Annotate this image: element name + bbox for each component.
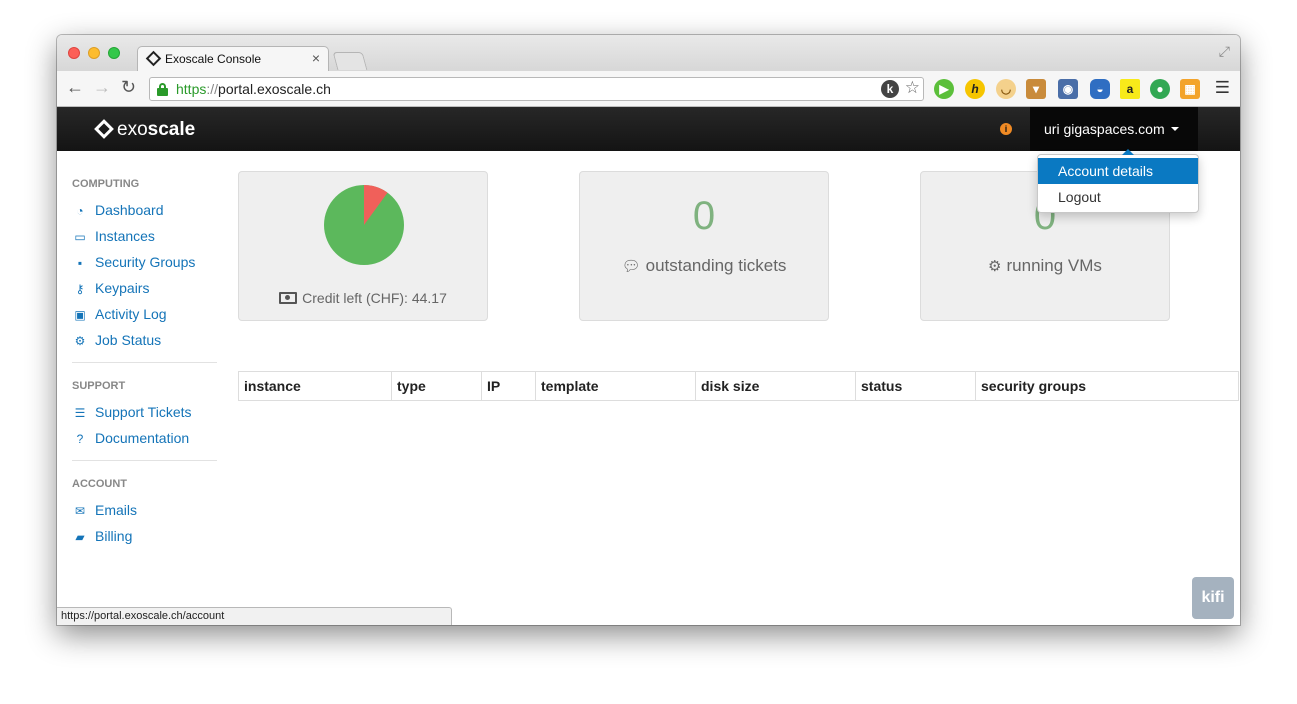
section-header-computing: COMPUTING [72,178,140,190]
address-bar[interactable]: https://portal.exoscale.ch k ☆ [149,77,924,101]
column-header-type[interactable]: type [392,372,482,400]
kifi-button[interactable]: kifi [1192,577,1234,619]
cogs-icon: ⚙ [988,258,1002,275]
sidebar-item-activity-log[interactable]: ▣ Activity Log [72,306,166,322]
gift-icon[interactable]: ▦ [1180,79,1200,99]
sidebar-divider [72,460,217,461]
evernote-icon[interactable]: ● [1150,79,1170,99]
face-icon[interactable]: ◡ [996,79,1016,99]
user-menu-toggle[interactable]: uri gigaspaces.com [1030,107,1198,151]
sidebar-item-support-tickets[interactable]: ☰ Support Tickets [72,404,192,420]
column-header-instance[interactable]: instance [239,372,392,400]
tickets-label: 💬︎ outstanding tickets [621,256,787,275]
column-header-disk-size[interactable]: disk size [696,372,856,400]
k-icon[interactable]: k [881,80,899,98]
user-dropdown-menu: Account details Logout [1037,149,1199,213]
sidebar-item-billing[interactable]: ▰ Billing [72,528,132,544]
back-arrow-icon[interactable]: ← [66,77,84,98]
sidebar-item-documentation[interactable]: ? Documentation [72,430,190,446]
url-text: https://portal.exoscale.ch [176,81,331,97]
lock-icon [157,83,168,96]
column-header-status[interactable]: status [856,372,976,400]
section-header-account: ACCOUNT [72,478,127,490]
basket-icon[interactable]: ▾ [1026,79,1046,99]
user-name: uri gigaspaces.com [1044,121,1165,137]
menu-icon[interactable]: ☰ [1215,78,1230,98]
new-tab-button[interactable] [332,52,368,70]
info-icon[interactable]: i [1000,123,1012,135]
lock-icon: ▪ [77,256,83,270]
tab-strip: Exoscale Console × ⤢ [57,35,1240,72]
comments-icon: 💬︎ [621,258,641,275]
brand-logo[interactable]: exoscale [94,119,195,141]
book-icon: ▰ [75,530,85,544]
tickets-count: 0 [692,194,716,238]
sidebar-item-dashboard[interactable]: ◔ Dashboard [72,202,163,218]
tickets-card[interactable]: 0 💬︎ outstanding tickets [579,171,829,321]
list-icon: ☰ [74,406,86,420]
exoscale-logo-icon [94,119,114,139]
column-header-template[interactable]: template [536,372,696,400]
credit-card: Credit left (CHF): 44.17 [238,171,488,321]
tab-close-icon[interactable]: × [312,50,320,66]
sidebar-item-keypairs[interactable]: ⚷ Keypairs [72,280,150,296]
exoscale-favicon-icon [145,50,162,67]
question-icon: ? [76,432,84,446]
play-icon[interactable]: ▶ [934,79,954,99]
sidebar-item-instances[interactable]: ▭ Instances [72,228,155,244]
ghost-icon[interactable]: ◒ [1090,79,1110,99]
envelope-icon: ✉ [74,504,86,518]
minimize-window-button[interactable] [88,47,100,59]
sidebar-item-security-groups[interactable]: ▪ Security Groups [72,254,196,270]
cogs-icon: ⚙ [74,334,86,348]
browser-window: Exoscale Console × ⤢ ← → ↻ https://porta… [57,35,1240,625]
tab-title: Exoscale Console [165,52,262,66]
menu-item-logout[interactable]: Logout [1038,184,1198,210]
menu-item-account-details[interactable]: Account details [1038,158,1198,184]
monitor-icon: ▭ [74,230,86,244]
dashboard-icon: ◔ [76,204,84,218]
browser-toolbar: ← → ↻ https://portal.exoscale.ch k ☆ ▶ h… [57,71,1240,107]
star-icon[interactable]: ☆ [905,78,920,98]
save-icon: ▣ [74,308,86,322]
column-header-security-groups[interactable]: security groups [976,372,1238,400]
forward-arrow-icon[interactable]: → [93,77,111,98]
instances-table: instance type IP template disk size stat… [238,371,1239,401]
caret-down-icon [1170,127,1179,131]
reload-icon[interactable]: ↻ [121,77,136,98]
credit-left-label: Credit left (CHF): 44.17 [239,290,487,306]
column-header-ip[interactable]: IP [482,372,536,400]
vms-label: ⚙ running VMs [988,256,1102,275]
status-bar-url: https://portal.exoscale.ch/account [57,607,452,625]
amazon-icon[interactable]: a [1120,79,1140,99]
sidebar-divider [72,362,217,363]
close-window-button[interactable] [68,47,80,59]
zoom-window-button[interactable] [108,47,120,59]
owl-icon[interactable]: ◉ [1058,79,1078,99]
h-icon[interactable]: h [965,79,985,99]
app-navbar: exoscale i uri gigaspaces.com [57,107,1240,151]
sidebar-item-emails[interactable]: ✉ Emails [72,502,137,518]
fullscreen-icon[interactable]: ⤢ [1219,43,1230,60]
key-icon: ⚷ [75,282,85,296]
sidebar-item-job-status[interactable]: ⚙ Job Status [72,332,162,348]
money-icon [279,292,298,304]
credit-pie-chart [324,185,404,265]
section-header-support: SUPPORT [72,380,126,392]
browser-tab[interactable]: Exoscale Console × [137,46,329,72]
